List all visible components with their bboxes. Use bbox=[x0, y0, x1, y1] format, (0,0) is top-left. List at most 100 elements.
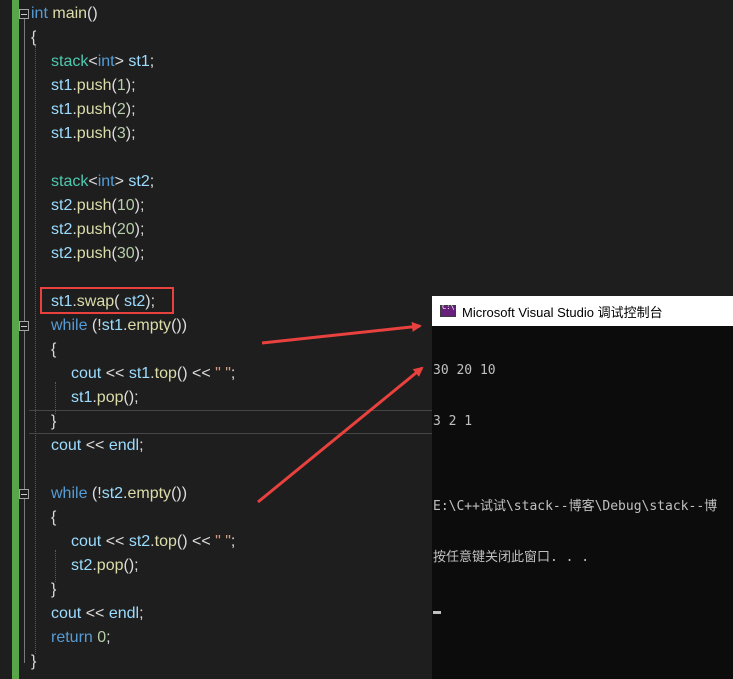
code-token: st1 bbox=[128, 365, 151, 382]
code-token: ); bbox=[125, 101, 136, 118]
code-token: 3 bbox=[116, 125, 126, 142]
code-line[interactable]: st1.push(2); bbox=[51, 98, 136, 122]
code-token: 30 bbox=[116, 245, 135, 262]
code-token: cout bbox=[71, 533, 102, 550]
fold-collapse-icon[interactable] bbox=[19, 489, 29, 499]
fold-range-line bbox=[24, 499, 25, 591]
code-token: int bbox=[97, 53, 115, 70]
code-token: (); bbox=[123, 389, 139, 406]
code-token: { bbox=[51, 341, 57, 358]
code-token: return bbox=[51, 629, 93, 646]
code-token: << bbox=[81, 605, 109, 622]
code-token: (); bbox=[123, 557, 139, 574]
code-token: ); bbox=[134, 245, 145, 262]
console-output[interactable]: 30 20 10 3 2 1 E:\C++试试\stack--博客\Debug\… bbox=[432, 326, 733, 648]
console-title-bar[interactable]: Microsoft Visual Studio 调试控制台 bbox=[432, 296, 733, 326]
code-token: st1 bbox=[101, 317, 124, 334]
change-tracking-bar bbox=[12, 0, 19, 679]
swap-highlight-box bbox=[40, 287, 174, 314]
code-token: st1 bbox=[71, 389, 93, 406]
code-token: push bbox=[76, 221, 112, 238]
code-token: << bbox=[101, 365, 129, 382]
code-token: cout bbox=[71, 365, 102, 382]
code-token: top bbox=[154, 533, 177, 550]
code-token: ; bbox=[139, 437, 144, 454]
code-token: { bbox=[51, 509, 57, 526]
code-token: push bbox=[76, 101, 112, 118]
code-token: > bbox=[114, 53, 129, 70]
code-token: " " bbox=[215, 365, 231, 382]
code-token: st2 bbox=[71, 557, 93, 574]
console-line: 3 2 1 bbox=[433, 414, 473, 429]
code-token: ; bbox=[149, 53, 155, 70]
code-token: st1 bbox=[51, 101, 73, 118]
code-line[interactable]: while (!st2.empty()) bbox=[51, 482, 187, 506]
code-token: () bbox=[87, 5, 98, 22]
code-token: } bbox=[51, 581, 57, 598]
console-line: 30 20 10 bbox=[433, 363, 496, 378]
code-token: main bbox=[52, 5, 88, 22]
code-line[interactable]: st2.push(10); bbox=[51, 194, 144, 218]
code-line[interactable]: cout << st1.top() << " "; bbox=[71, 362, 235, 386]
code-line[interactable]: st1.push(1); bbox=[51, 74, 136, 98]
indent-guide bbox=[55, 550, 56, 582]
code-line[interactable]: stack<int> st1; bbox=[51, 50, 154, 74]
code-token: ; bbox=[230, 533, 236, 550]
code-token: ); bbox=[134, 221, 145, 238]
code-token: push bbox=[76, 197, 112, 214]
code-token: int bbox=[31, 5, 48, 22]
code-line[interactable]: st2.push(30); bbox=[51, 242, 144, 266]
code-token: << bbox=[101, 533, 129, 550]
code-token: st2 bbox=[128, 173, 150, 190]
code-token: st2 bbox=[101, 485, 124, 502]
code-token: st2 bbox=[128, 533, 151, 550]
code-token: push bbox=[76, 77, 112, 94]
code-token: } bbox=[31, 653, 37, 670]
console-line: E:\C++试试\stack--博客\Debug\stack--博 bbox=[433, 499, 718, 514]
code-token: cout bbox=[51, 437, 82, 454]
code-token: int bbox=[97, 173, 115, 190]
code-line[interactable]: { bbox=[51, 338, 56, 362]
code-token: 1 bbox=[116, 77, 126, 94]
code-line[interactable]: st1.push(3); bbox=[51, 122, 136, 146]
code-token: () << bbox=[176, 365, 216, 382]
current-line-highlight bbox=[29, 410, 433, 434]
fold-collapse-icon[interactable] bbox=[19, 321, 29, 331]
fold-range-line bbox=[24, 331, 25, 423]
code-token: ()) bbox=[171, 317, 188, 334]
code-token: { bbox=[31, 29, 37, 46]
code-line[interactable]: cout << st2.top() << " "; bbox=[71, 530, 235, 554]
code-line[interactable]: cout << endl; bbox=[51, 602, 144, 626]
code-line[interactable]: st2.pop(); bbox=[71, 554, 139, 578]
code-line[interactable]: { bbox=[51, 506, 56, 530]
code-token: top bbox=[154, 365, 177, 382]
code-line[interactable]: while (!st1.empty()) bbox=[51, 314, 187, 338]
code-token: empty bbox=[127, 317, 172, 334]
code-line[interactable]: stack<int> st2; bbox=[51, 170, 154, 194]
code-token: endl bbox=[108, 437, 140, 454]
code-token: ); bbox=[134, 197, 145, 214]
code-token: while bbox=[51, 485, 88, 502]
code-token: st2 bbox=[51, 221, 73, 238]
code-token: < bbox=[88, 53, 98, 70]
code-line[interactable]: st1.pop(); bbox=[71, 386, 139, 410]
code-token: while bbox=[51, 317, 88, 334]
code-line[interactable]: int main() bbox=[31, 2, 98, 26]
console-app-icon bbox=[440, 303, 456, 317]
code-token: (! bbox=[87, 485, 102, 502]
code-token: stack bbox=[51, 53, 89, 70]
code-token: < bbox=[88, 173, 98, 190]
code-token: << bbox=[81, 437, 109, 454]
code-token: ); bbox=[125, 125, 136, 142]
code-line[interactable]: st2.push(20); bbox=[51, 218, 144, 242]
code-token: st2 bbox=[51, 245, 73, 262]
code-line[interactable]: cout << endl; bbox=[51, 434, 144, 458]
code-token: } bbox=[51, 413, 57, 430]
code-token: 10 bbox=[116, 197, 135, 214]
fold-collapse-icon[interactable] bbox=[19, 9, 29, 19]
code-line[interactable]: return 0; bbox=[51, 626, 111, 650]
code-token: st1 bbox=[128, 53, 150, 70]
code-token: ; bbox=[149, 173, 155, 190]
debug-console-window[interactable]: Microsoft Visual Studio 调试控制台 30 20 10 3… bbox=[432, 296, 733, 679]
code-token: ()) bbox=[171, 485, 188, 502]
